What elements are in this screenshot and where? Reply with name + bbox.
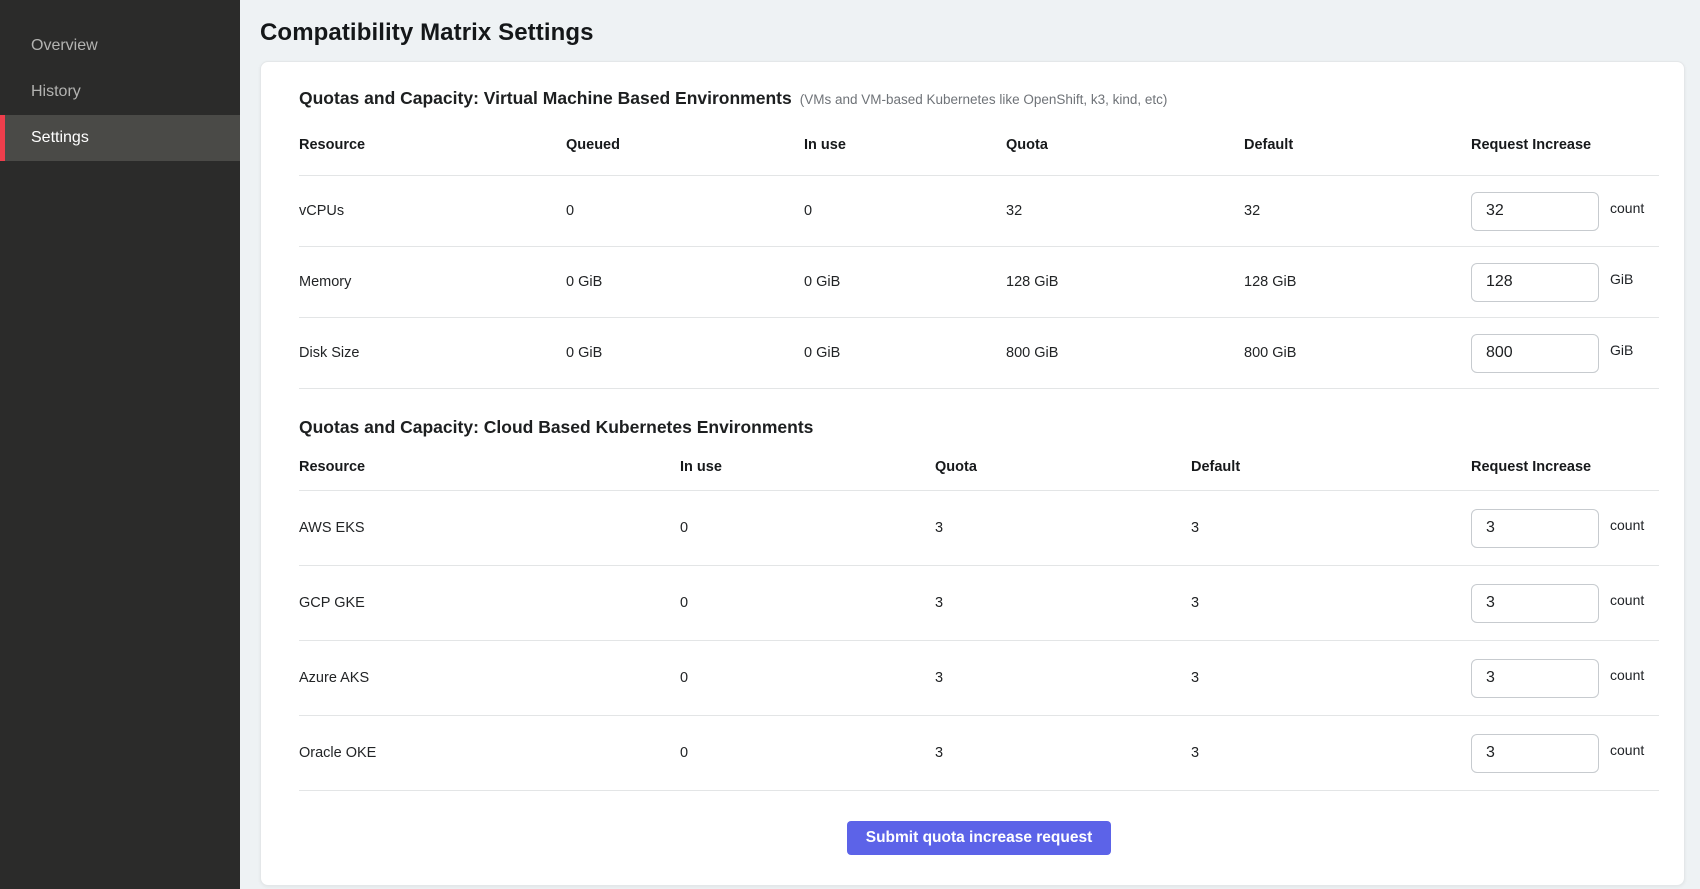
memory-queued: 0 GiB: [566, 274, 804, 290]
sidebar-item-settings-label: Settings: [31, 129, 89, 147]
gcp-gke-in-use: 0: [680, 595, 935, 611]
vcpus-request-input[interactable]: [1471, 192, 1599, 231]
disk-size-queued: 0 GiB: [566, 345, 804, 361]
sidebar: Overview History Settings: [0, 0, 240, 889]
vcpus-in-use: 0: [804, 203, 1006, 219]
cloud-col-resource: Resource: [299, 459, 680, 475]
cloud-col-quota: Quota: [935, 459, 1191, 475]
azure-aks-request-input[interactable]: [1471, 659, 1599, 698]
azure-aks-request-cell: count: [1471, 659, 1659, 698]
disk-size-request-input[interactable]: [1471, 334, 1599, 373]
table-row-memory: Memory 0 GiB 0 GiB 128 GiB 128 GiB GiB: [299, 247, 1659, 318]
sidebar-item-history[interactable]: History: [0, 69, 240, 115]
vm-col-quota: Quota: [1006, 137, 1244, 153]
oracle-oke-default: 3: [1191, 745, 1471, 761]
vm-section-title: Quotas and Capacity: Virtual Machine Bas…: [299, 88, 792, 109]
disk-size-request-cell: GiB: [1471, 334, 1659, 373]
oracle-oke-unit-label: count: [1610, 742, 1644, 758]
vm-col-resource: Resource: [299, 137, 566, 153]
oracle-oke-resource: Oracle OKE: [299, 745, 680, 761]
table-row-azure-aks: Azure AKS 0 3 3 count: [299, 641, 1659, 716]
memory-unit-label: GiB: [1610, 271, 1633, 287]
sidebar-item-overview[interactable]: Overview: [0, 23, 240, 69]
vcpus-queued: 0: [566, 203, 804, 219]
oracle-oke-request-input[interactable]: [1471, 734, 1599, 773]
vm-col-in-use: In use: [804, 137, 1006, 153]
aws-eks-unit-label: count: [1610, 517, 1644, 533]
memory-resource: Memory: [299, 274, 566, 290]
gcp-gke-request-cell: count: [1471, 584, 1659, 623]
gcp-gke-quota: 3: [935, 595, 1191, 611]
vm-col-default: Default: [1244, 137, 1471, 153]
azure-aks-in-use: 0: [680, 670, 935, 686]
table-row-disk-size: Disk Size 0 GiB 0 GiB 800 GiB 800 GiB Gi…: [299, 318, 1659, 389]
azure-aks-unit-label: count: [1610, 667, 1644, 683]
vcpus-default: 32: [1244, 203, 1471, 219]
vm-col-request-increase: Request Increase: [1471, 137, 1659, 153]
gcp-gke-default: 3: [1191, 595, 1471, 611]
azure-aks-default: 3: [1191, 670, 1471, 686]
oracle-oke-request-cell: count: [1471, 734, 1659, 773]
aws-eks-request-cell: count: [1471, 509, 1659, 548]
vcpus-resource: vCPUs: [299, 203, 566, 219]
table-row-gcp-gke: GCP GKE 0 3 3 count: [299, 566, 1659, 641]
memory-default: 128 GiB: [1244, 274, 1471, 290]
memory-request-cell: GiB: [1471, 263, 1659, 302]
vm-table-header: Resource Queued In use Quota Default Req…: [299, 114, 1659, 176]
aws-eks-quota: 3: [935, 520, 1191, 536]
disk-size-unit-label: GiB: [1610, 342, 1633, 358]
main-content: Compatibility Matrix Settings Quotas and…: [240, 0, 1700, 889]
vm-col-queued: Queued: [566, 137, 804, 153]
memory-in-use: 0 GiB: [804, 274, 1006, 290]
disk-size-resource: Disk Size: [299, 345, 566, 361]
cloud-col-default: Default: [1191, 459, 1471, 475]
table-row-aws-eks: AWS EKS 0 3 3 count: [299, 491, 1659, 566]
table-row-oracle-oke: Oracle OKE 0 3 3 count: [299, 716, 1659, 791]
sidebar-item-history-label: History: [31, 83, 81, 101]
vm-section-subtitle: (VMs and VM-based Kubernetes like OpenSh…: [800, 92, 1168, 107]
aws-eks-in-use: 0: [680, 520, 935, 536]
aws-eks-resource: AWS EKS: [299, 520, 680, 536]
vcpus-request-cell: count: [1471, 192, 1659, 231]
vcpus-quota: 32: [1006, 203, 1244, 219]
cloud-col-request-increase: Request Increase: [1471, 459, 1659, 475]
gcp-gke-request-input[interactable]: [1471, 584, 1599, 623]
oracle-oke-in-use: 0: [680, 745, 935, 761]
cloud-col-in-use: In use: [680, 459, 935, 475]
vm-section-heading: Quotas and Capacity: Virtual Machine Bas…: [299, 88, 1659, 114]
azure-aks-resource: Azure AKS: [299, 670, 680, 686]
cloud-table-header: Resource In use Quota Default Request In…: [299, 443, 1659, 491]
card-footer: Submit quota increase request: [299, 821, 1659, 855]
table-row-vcpus: vCPUs 0 0 32 32 count: [299, 176, 1659, 247]
memory-quota: 128 GiB: [1006, 274, 1244, 290]
disk-size-in-use: 0 GiB: [804, 345, 1006, 361]
vcpus-unit-label: count: [1610, 200, 1644, 216]
oracle-oke-quota: 3: [935, 745, 1191, 761]
sidebar-item-settings[interactable]: Settings: [0, 115, 240, 161]
gcp-gke-resource: GCP GKE: [299, 595, 680, 611]
disk-size-quota: 800 GiB: [1006, 345, 1244, 361]
cloud-section-title: Quotas and Capacity: Cloud Based Kuberne…: [299, 417, 813, 438]
gcp-gke-unit-label: count: [1610, 592, 1644, 608]
sidebar-item-overview-label: Overview: [31, 37, 98, 55]
aws-eks-default: 3: [1191, 520, 1471, 536]
page-title: Compatibility Matrix Settings: [260, 19, 1685, 47]
azure-aks-quota: 3: [935, 670, 1191, 686]
submit-quota-increase-button[interactable]: Submit quota increase request: [847, 821, 1112, 855]
cloud-section-heading: Quotas and Capacity: Cloud Based Kuberne…: [299, 417, 1659, 443]
disk-size-default: 800 GiB: [1244, 345, 1471, 361]
memory-request-input[interactable]: [1471, 263, 1599, 302]
quotas-card: Quotas and Capacity: Virtual Machine Bas…: [260, 61, 1685, 886]
aws-eks-request-input[interactable]: [1471, 509, 1599, 548]
